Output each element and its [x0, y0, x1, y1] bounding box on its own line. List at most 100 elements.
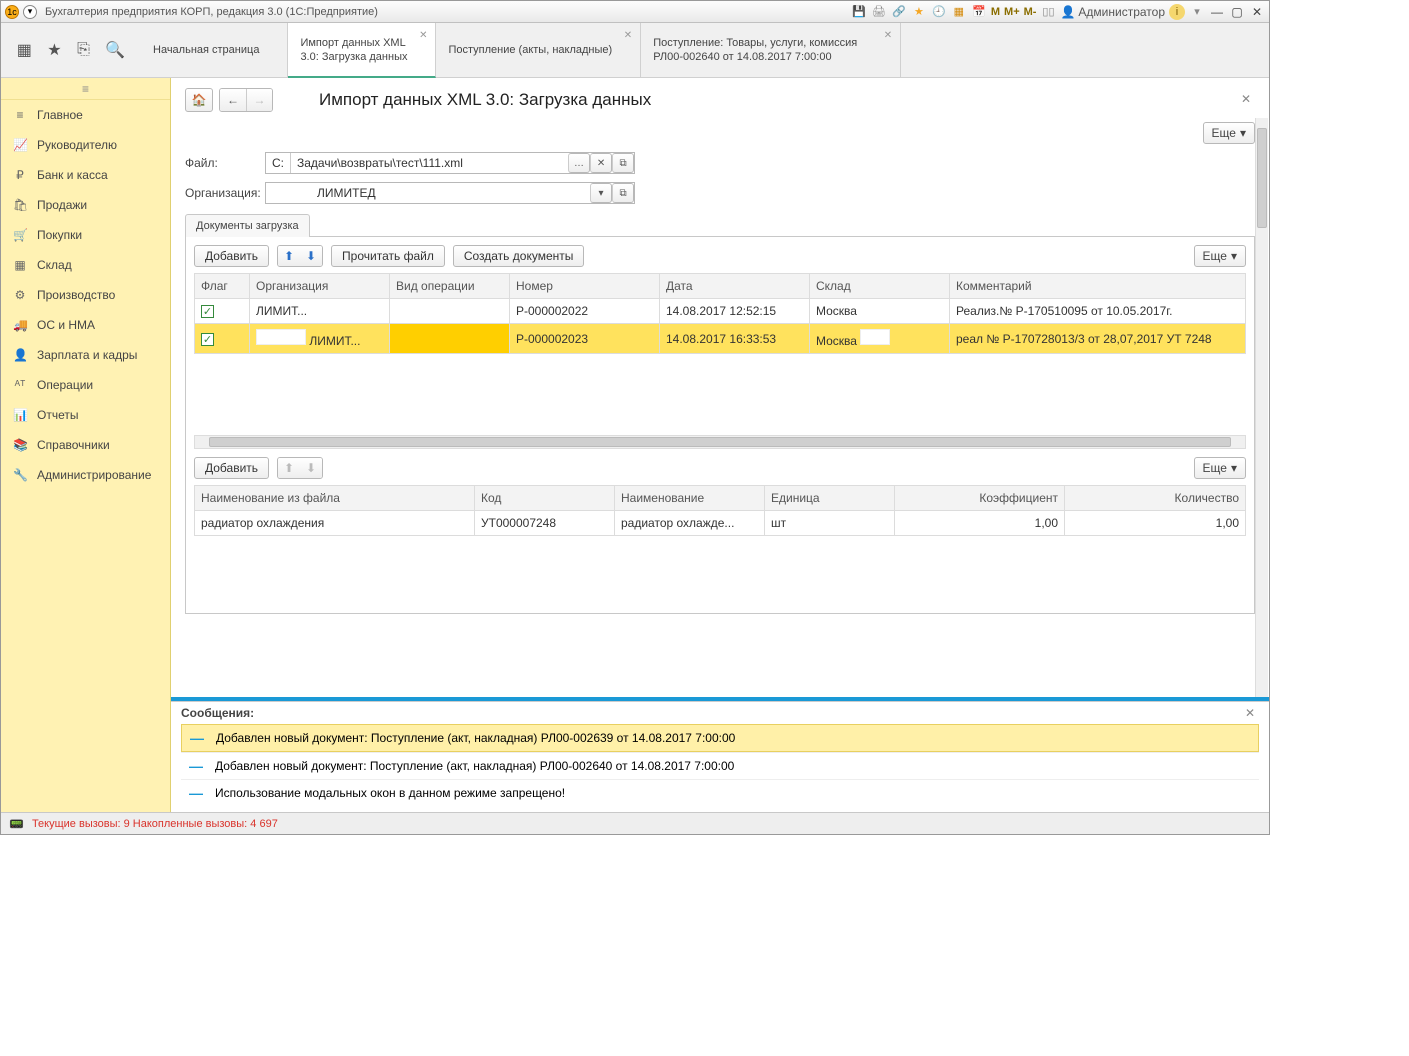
sidebar-item-6[interactable]: ⚙Производство — [1, 280, 170, 310]
items-table[interactable]: Наименование из файлаКодНаименованиеЕдин… — [194, 485, 1246, 605]
move-down-icon[interactable]: ⬇ — [300, 458, 322, 478]
sidebar-item-7[interactable]: 🚚ОС и НМА — [1, 310, 170, 340]
back-button[interactable]: ← — [220, 89, 246, 111]
sidebar-item-10[interactable]: 📊Отчеты — [1, 400, 170, 430]
menu-dropdown-icon[interactable]: ▾ — [1189, 4, 1205, 20]
vertical-scrollbar[interactable] — [1255, 118, 1268, 697]
message-row[interactable]: —Использование модальных окон в данном р… — [181, 779, 1259, 806]
memory-m[interactable]: M — [991, 6, 1000, 18]
column-header[interactable]: Организация — [250, 274, 390, 299]
sidebar-item-11[interactable]: 📚Справочники — [1, 430, 170, 460]
move-up-icon[interactable]: ⬆ — [278, 458, 300, 478]
nav-label: Производство — [37, 288, 115, 302]
tab-import[interactable]: Импорт данных XML3.0: Загрузка данных ✕ — [288, 23, 436, 78]
sidebar-item-4[interactable]: 🛒Покупки — [1, 220, 170, 250]
message-dash-icon: — — [189, 785, 203, 801]
sidebar-item-9[interactable]: ᴬᵀОперации — [1, 370, 170, 400]
memory-mplus[interactable]: M+ — [1004, 6, 1020, 18]
forward-button[interactable]: → — [246, 89, 272, 111]
tab-document[interactable]: Поступление: Товары, услуги, комиссияРЛ0… — [641, 23, 901, 77]
info-icon[interactable]: i — [1169, 4, 1185, 20]
column-header[interactable]: Наименование из файла — [195, 486, 475, 511]
calc-icon[interactable]: ▦ — [951, 4, 967, 20]
column-header[interactable]: Коэффициент — [895, 486, 1065, 511]
sidebar-item-3[interactable]: 🛍Продажи — [1, 190, 170, 220]
create-docs-button[interactable]: Создать документы — [453, 245, 585, 267]
more-button-3[interactable]: Еще ▾ — [1194, 457, 1246, 479]
sidebar-item-1[interactable]: 📈Руководителю — [1, 130, 170, 160]
nav-icon: 🚚 — [13, 318, 27, 332]
sidebar-toggle[interactable]: ≡ — [1, 78, 170, 100]
dropdown-icon[interactable]: ▾ — [23, 5, 37, 19]
move-up-icon[interactable]: ⬆ — [278, 246, 300, 266]
link-icon[interactable]: 🔗 — [891, 4, 907, 20]
messages-title: Сообщения: — [181, 706, 1259, 720]
favorite-icon[interactable]: ★ — [911, 4, 927, 20]
sidebar-item-0[interactable]: ≡Главное — [1, 100, 170, 130]
checkbox-icon[interactable]: ✓ — [201, 333, 214, 346]
more-button-2[interactable]: Еще ▾ — [1194, 245, 1246, 267]
table-row[interactable]: ✓ЛИМИТ...P-00000202214.08.2017 12:52:15М… — [195, 299, 1246, 324]
column-header[interactable]: Комментарий — [950, 274, 1246, 299]
column-header[interactable]: Вид операции — [390, 274, 510, 299]
horizontal-scrollbar[interactable] — [194, 435, 1246, 449]
add-button-1[interactable]: Добавить — [194, 245, 269, 267]
calendar-icon[interactable]: 📅 — [971, 4, 987, 20]
file-open-icon[interactable]: ⧉ — [612, 153, 634, 173]
file-clear-icon[interactable]: ✕ — [590, 153, 612, 173]
panels-icon[interactable]: ▯▯ — [1040, 4, 1056, 20]
sidebar-item-2[interactable]: ₽Банк и касса — [1, 160, 170, 190]
apps-icon[interactable]: ▦ — [17, 40, 32, 60]
tab-close-icon[interactable]: ✕ — [624, 29, 632, 43]
close-button[interactable]: ✕ — [1249, 4, 1265, 20]
add-button-2[interactable]: Добавить — [194, 457, 269, 479]
column-header[interactable]: Дата — [660, 274, 810, 299]
file-input[interactable]: C: Задачи\возвраты\тест\111.xml … ✕ ⧉ — [265, 152, 635, 174]
move-down-icon[interactable]: ⬇ — [300, 246, 322, 266]
documents-table[interactable]: ФлагОрганизацияВид операцииНомерДатаСкла… — [194, 273, 1246, 433]
minimize-button[interactable]: — — [1209, 4, 1225, 20]
sidebar-item-8[interactable]: 👤Зарплата и кадры — [1, 340, 170, 370]
search-icon[interactable]: 🔍 — [105, 40, 125, 60]
message-row[interactable]: —Добавлен новый документ: Поступление (а… — [181, 724, 1259, 752]
home-button[interactable]: 🏠 — [185, 88, 213, 112]
column-header[interactable]: Код — [475, 486, 615, 511]
clipboard-icon[interactable]: ⎘ — [77, 41, 90, 59]
user-label[interactable]: 👤Администратор — [1060, 5, 1165, 19]
table-row[interactable]: ✓ ЛИМИТ...P-00000202314.08.2017 16:33:53… — [195, 324, 1246, 354]
messages-close-icon[interactable]: ✕ — [1245, 706, 1255, 720]
column-header[interactable]: Склад — [810, 274, 950, 299]
memory-mminus[interactable]: M- — [1024, 6, 1037, 18]
column-header[interactable]: Количество — [1065, 486, 1246, 511]
column-header[interactable]: Наименование — [615, 486, 765, 511]
column-header[interactable]: Флаг — [195, 274, 250, 299]
message-text: Добавлен новый документ: Поступление (ак… — [215, 759, 734, 773]
save-icon[interactable]: 💾 — [851, 4, 867, 20]
print-icon[interactable]: 🖨 — [871, 4, 887, 20]
org-open-icon[interactable]: ⧉ — [612, 183, 634, 203]
checkbox-icon[interactable]: ✓ — [201, 305, 214, 318]
org-dropdown-icon[interactable]: ▾ — [590, 183, 612, 203]
sidebar-item-12[interactable]: 🔧Администрирование — [1, 460, 170, 490]
inner-tab-documents[interactable]: Документы загрузка — [185, 214, 310, 237]
file-browse-icon[interactable]: … — [568, 153, 590, 173]
tab-close-icon[interactable]: ✕ — [419, 29, 427, 43]
message-row[interactable]: —Добавлен новый документ: Поступление (а… — [181, 752, 1259, 779]
column-header[interactable]: Номер — [510, 274, 660, 299]
nav-label: Справочники — [37, 438, 110, 452]
window-title: Бухгалтерия предприятия КОРП, редакция 3… — [45, 6, 851, 18]
nav-icon: 📊 — [13, 408, 27, 422]
sidebar-item-5[interactable]: ▦Склад — [1, 250, 170, 280]
more-button[interactable]: Еще ▾ — [1203, 122, 1255, 144]
tab-start[interactable]: Начальная страница — [141, 23, 288, 77]
read-file-button[interactable]: Прочитать файл — [331, 245, 445, 267]
star-icon[interactable]: ★ — [47, 40, 61, 60]
maximize-button[interactable]: ▢ — [1229, 4, 1245, 20]
tab-close-icon[interactable]: ✕ — [884, 29, 892, 43]
tab-incoming[interactable]: Поступление (акты, накладные) ✕ — [436, 23, 641, 77]
org-input[interactable]: ЛИМИТЕД ▾ ⧉ — [265, 182, 635, 204]
page-close-icon[interactable]: ✕ — [1241, 92, 1251, 106]
history-icon[interactable]: 🕘 — [931, 4, 947, 20]
column-header[interactable]: Единица — [765, 486, 895, 511]
table-row[interactable]: радиатор охлажденияУТ000007248радиатор о… — [195, 511, 1246, 536]
